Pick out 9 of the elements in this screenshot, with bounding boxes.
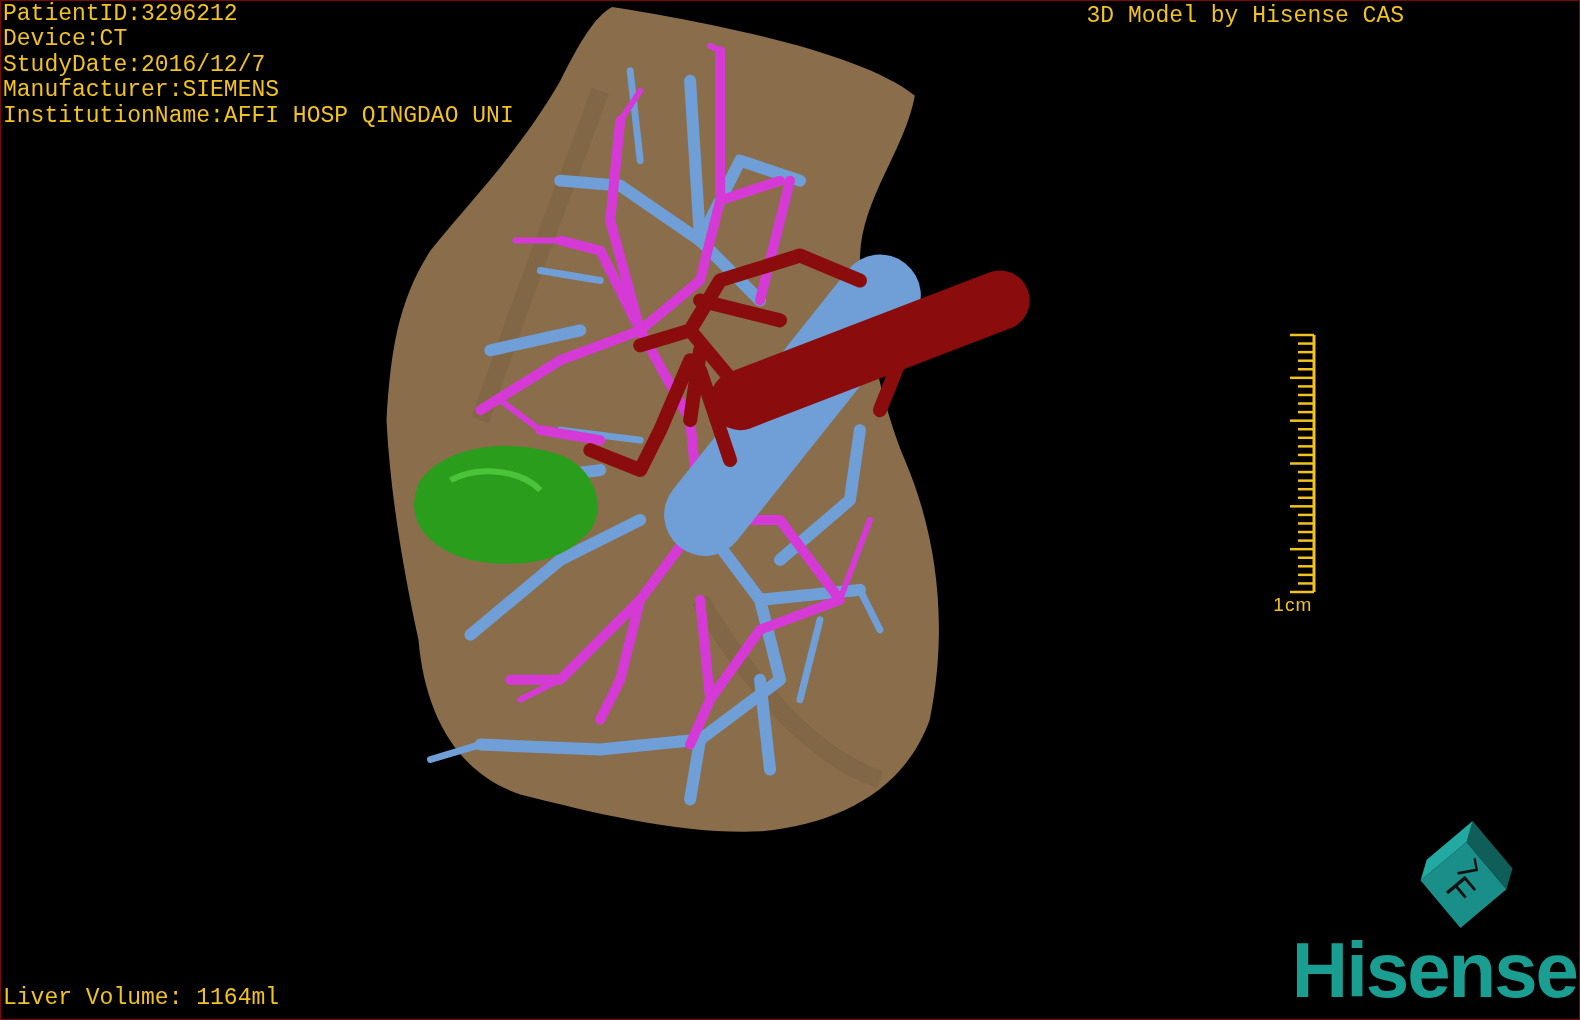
info-text: Device:CT	[3, 27, 128, 53]
liver-volume-label: Liver Volume: 1164ml	[2, 985, 281, 1013]
scale-label: 1cm	[1273, 595, 1313, 615]
info-text: InstitutionName:AFFI HOSP QINGDAO UNI	[3, 103, 514, 130]
info-text: StudyDate:2016/12/7	[3, 52, 266, 78]
logo: Hisense	[1291, 933, 1578, 1016]
viewer-title: 3D Model by Hisense CAS	[1086, 2, 1405, 29]
info-text: Manufacturer:SIEMENS	[3, 78, 280, 104]
info-text: PatientID:3296212	[3, 2, 238, 27]
